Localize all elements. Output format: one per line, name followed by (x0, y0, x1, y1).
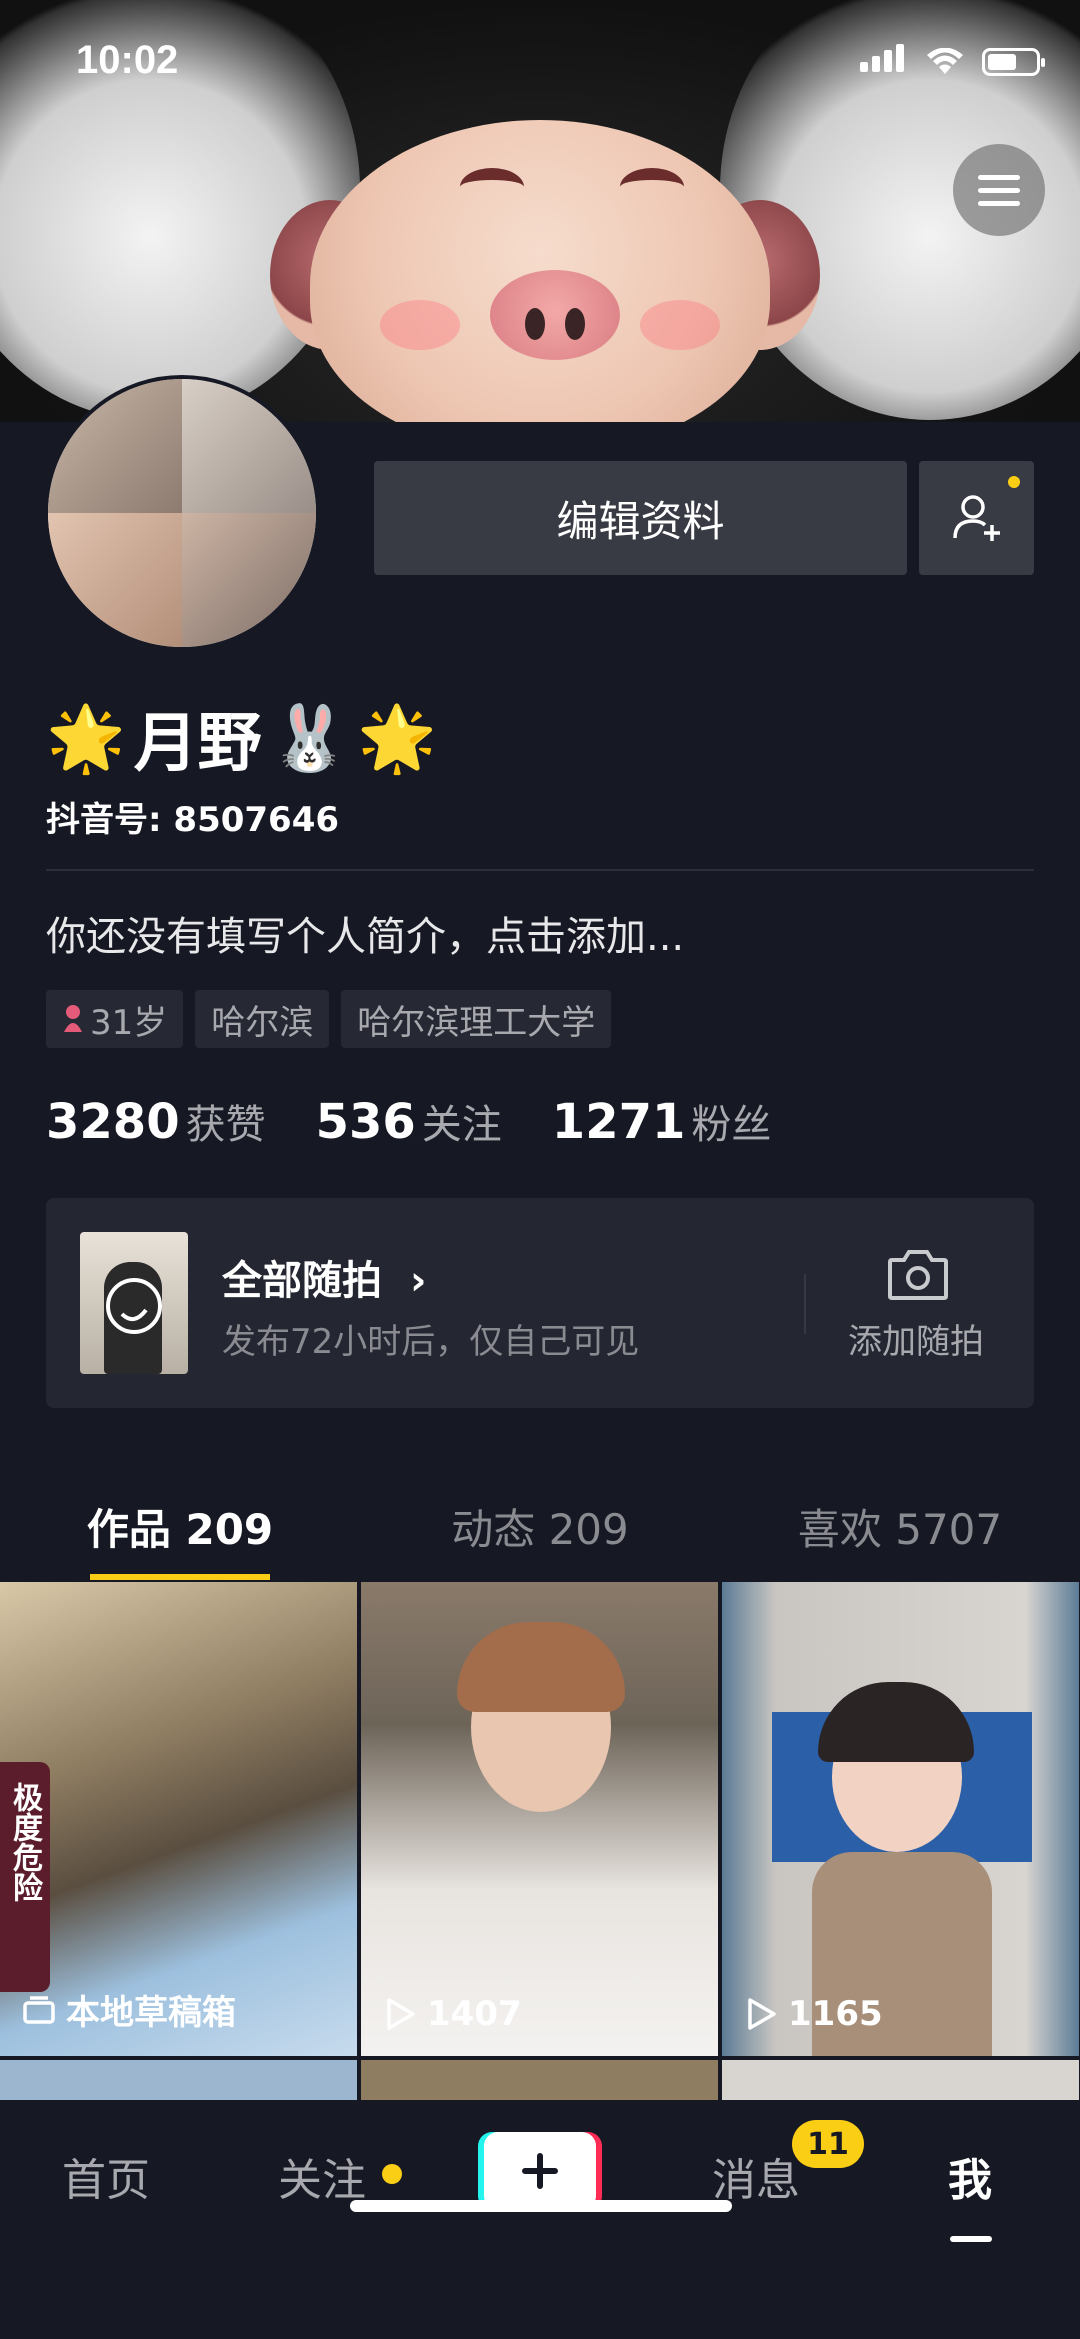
tab-moments[interactable]: 动态 209 (360, 1480, 720, 1580)
story-title[interactable]: 全部随拍 › (222, 1248, 426, 1306)
bottom-nav: 首页 关注 消息 11 我 (0, 2100, 1080, 2339)
notification-dot (382, 2164, 402, 2184)
grid-item[interactable] (0, 2060, 357, 2100)
tab-likes[interactable]: 喜欢 5707 (720, 1480, 1080, 1580)
edit-profile-button[interactable]: 编辑资料 (374, 461, 907, 575)
school-tag[interactable]: 哈尔滨理工大学 (341, 990, 612, 1048)
status-icons (860, 44, 1045, 76)
female-icon (64, 1005, 82, 1032)
profile-tags: 31岁 哈尔滨 哈尔滨理工大学 (46, 990, 612, 1048)
stats-row: 3280 获赞 536 关注 1271 粉丝 (46, 1092, 771, 1150)
camera-icon[interactable] (886, 1246, 950, 1302)
douyin-id[interactable]: 抖音号: 8507646 (46, 792, 339, 841)
followers-stat[interactable]: 1271 粉丝 (552, 1092, 772, 1150)
grid-item[interactable] (361, 2060, 718, 2100)
nickname: 🌟 月野 🐰 🌟 (46, 692, 437, 784)
play-icon (748, 1998, 776, 2030)
home-indicator[interactable] (350, 2200, 732, 2212)
story-thumbnail[interactable] (80, 1232, 188, 1374)
grid-item[interactable]: 1407 (361, 1582, 718, 2056)
bio-placeholder[interactable]: 你还没有填写个人简介，点击添加... (46, 904, 684, 962)
content-tabs: 作品 209 动态 209 喜欢 5707 (0, 1480, 1080, 1580)
sign-text: 极度危险 (7, 1782, 42, 1902)
chevron-right-icon: › (409, 1258, 427, 1304)
signal-icon (860, 44, 908, 76)
nav-following[interactable]: 关注 (278, 2144, 366, 2208)
nav-messages[interactable]: 消息 (712, 2144, 800, 2208)
add-friend-icon (952, 495, 1000, 541)
star-emoji-icon: 🌟 (46, 701, 126, 776)
age-tag[interactable]: 31岁 (46, 990, 184, 1048)
city-tag[interactable]: 哈尔滨 (195, 990, 330, 1048)
pig-brow-left (460, 168, 524, 206)
story-subtitle: 发布72小时后，仅自己可见 (222, 1322, 640, 1362)
likes-stat[interactable]: 3280 获赞 (46, 1092, 266, 1150)
divider (804, 1274, 806, 1334)
create-button[interactable] (478, 2132, 602, 2210)
status-time: 10:02 (76, 38, 179, 82)
avatar[interactable] (44, 375, 320, 651)
grid-item[interactable]: 1165 (722, 1582, 1079, 2056)
grid-item[interactable]: 极度危险 本地草稿箱 (0, 1582, 357, 2056)
active-indicator (950, 2236, 992, 2242)
star-emoji-icon: 🌟 (357, 701, 438, 776)
nickname-text: 月野 (133, 707, 262, 781)
tab-works[interactable]: 作品 209 (0, 1480, 360, 1580)
nav-home[interactable]: 首页 (62, 2144, 150, 2208)
menu-button[interactable] (953, 144, 1045, 236)
add-story-label[interactable]: 添加随拍 (848, 1314, 984, 1363)
pig-nostril (525, 308, 545, 340)
wifi-icon (927, 48, 963, 74)
rabbit-emoji-icon: 🐰 (269, 701, 350, 776)
battery-icon (982, 48, 1045, 76)
loading-ring-icon (106, 1278, 162, 1334)
pig-nostril (565, 308, 585, 340)
pig-cheek-right (640, 300, 720, 350)
grid-item[interactable] (722, 2060, 1079, 2100)
nav-me[interactable]: 我 (948, 2144, 992, 2208)
divider (46, 869, 1034, 871)
pig-cheek-left (380, 300, 460, 350)
notification-dot (1008, 476, 1020, 488)
message-badge: 11 (792, 2120, 864, 2168)
pig-brow-right (620, 168, 684, 206)
play-icon (387, 1998, 415, 2030)
story-card[interactable]: 全部随拍 › 发布72小时后，仅自己可见 添加随拍 (46, 1198, 1034, 1408)
draft-box-icon (23, 1995, 55, 2024)
pig-snout (490, 270, 620, 360)
following-stat[interactable]: 536 关注 (316, 1092, 502, 1150)
menu-icon (978, 174, 1020, 180)
video-grid: 极度危险 本地草稿箱 1407 1165 (0, 1582, 1080, 2100)
